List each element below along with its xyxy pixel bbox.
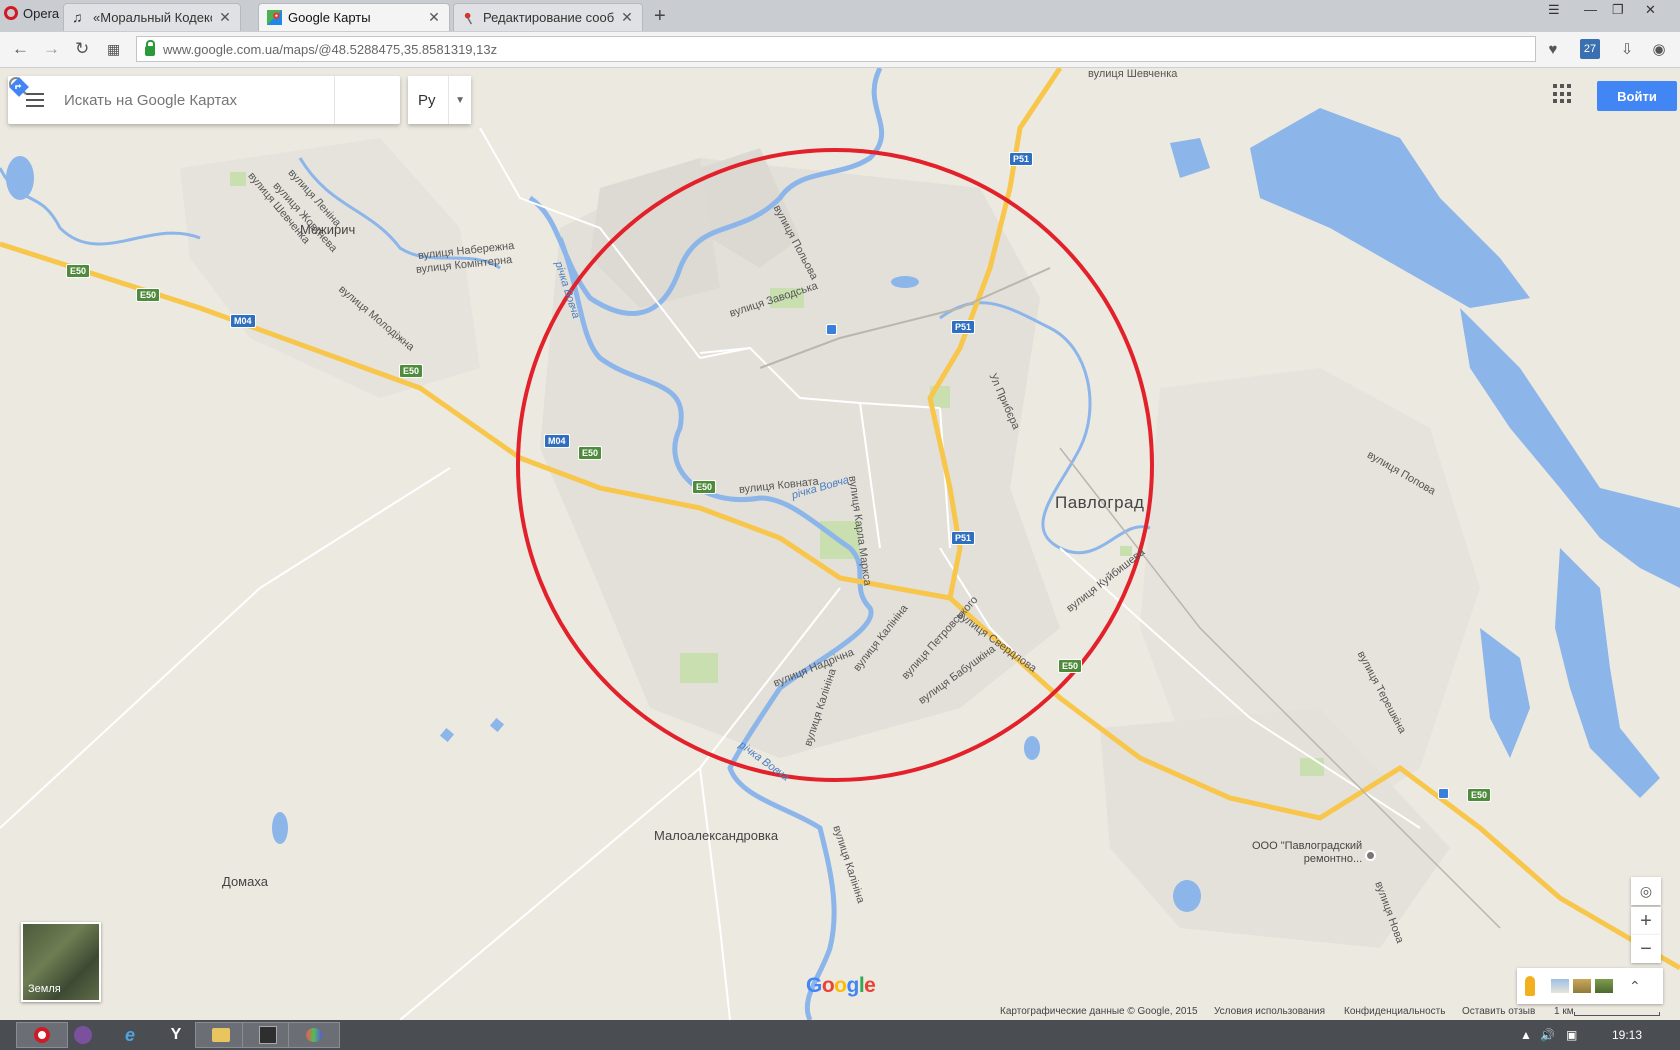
route-shield-m04: M04 bbox=[544, 434, 570, 448]
back-arrow-icon[interactable]: ← bbox=[12, 39, 29, 59]
satellite-thumbnail-icon[interactable] bbox=[1595, 979, 1613, 993]
language-selector[interactable]: Ру ▼ bbox=[408, 76, 471, 124]
tray-arrow-icon[interactable]: ▲ bbox=[1520, 1028, 1532, 1042]
route-shield-e50: E50 bbox=[66, 264, 91, 278]
taskbar-viber-icon[interactable] bbox=[57, 1022, 109, 1048]
taskbar-explorer-icon[interactable] bbox=[195, 1022, 247, 1048]
download-icon[interactable]: ⇩ bbox=[1617, 39, 1637, 59]
browser-toolbar: ← → ↻ ▦ www.google.com.ua/maps/@48.52884… bbox=[0, 32, 1680, 68]
route-shield-m04: M04 bbox=[230, 314, 256, 328]
feedback-link[interactable]: Оставить отзыв bbox=[1462, 1006, 1535, 1017]
map-layers-bar: ⌃ bbox=[1517, 968, 1663, 1004]
city-label-pavlohrad[interactable]: Павлоград bbox=[1055, 493, 1144, 513]
zoom-in-button[interactable]: + bbox=[1631, 907, 1661, 935]
extension-badge-icon[interactable]: 27 bbox=[1580, 39, 1600, 59]
pegman-street-view-icon[interactable] bbox=[1525, 976, 1535, 996]
heart-bookmark-icon[interactable]: ♥ bbox=[1543, 39, 1563, 59]
close-tab-icon[interactable]: ✕ bbox=[427, 9, 441, 26]
lock-icon bbox=[145, 40, 155, 56]
new-tab-button[interactable]: + bbox=[654, 5, 666, 28]
taskbar-game-icon[interactable] bbox=[242, 1022, 294, 1048]
tab-google-maps[interactable]: Google Карты ✕ bbox=[258, 3, 450, 31]
tab-title: Google Карты bbox=[288, 10, 371, 25]
route-shield-p51: P51 bbox=[1009, 152, 1034, 166]
earth-view-toggle[interactable]: Земля bbox=[21, 922, 101, 1002]
windows-taskbar: e Y ▲ 🔊 ▣ 19:13 bbox=[0, 1020, 1680, 1050]
train-station-icon[interactable] bbox=[826, 324, 837, 335]
map-data-attribution: Картографические данные © Google, 2015 bbox=[1000, 1006, 1198, 1017]
sign-in-button[interactable]: Войти bbox=[1597, 81, 1677, 111]
extension-badge-count: 27 bbox=[1583, 43, 1597, 55]
taskbar-ie-icon[interactable]: e bbox=[104, 1022, 156, 1048]
search-input[interactable] bbox=[62, 90, 296, 110]
tab-edit-message[interactable]: Редактирование сообще ✕ bbox=[453, 3, 643, 31]
google-logo: Google bbox=[806, 974, 876, 997]
url-text: www.google.com.ua/maps/@48.5288475,35.85… bbox=[163, 41, 498, 57]
zoom-out-button[interactable]: − bbox=[1631, 935, 1661, 963]
close-tab-icon[interactable]: ✕ bbox=[620, 9, 634, 26]
clock[interactable]: 19:13 bbox=[1612, 1028, 1642, 1042]
account-icon[interactable]: ◉ bbox=[1649, 39, 1669, 59]
tab-menu-icon[interactable]: ☰ bbox=[1548, 2, 1560, 18]
forward-arrow-icon[interactable]: → bbox=[43, 39, 60, 59]
search-icon[interactable] bbox=[9, 76, 334, 124]
poi-marker-icon[interactable] bbox=[1365, 850, 1376, 861]
opera-menu-label: Opera bbox=[23, 5, 60, 21]
route-shield-e50: E50 bbox=[578, 446, 603, 460]
close-window-icon[interactable]: ✕ bbox=[1645, 2, 1656, 18]
tab-title: «Моральный Кодекс» 19 bbox=[93, 10, 212, 25]
opera-logo-icon bbox=[4, 6, 18, 20]
earth-view-label: Земля bbox=[28, 983, 61, 995]
route-shield-e50: E50 bbox=[1058, 659, 1083, 673]
opera-menu-button[interactable]: Opera bbox=[0, 0, 66, 26]
attribution-bar: Картографические данные © Google, 2015 У… bbox=[0, 1004, 1680, 1020]
privacy-link[interactable]: Конфиденциальность bbox=[1344, 1006, 1445, 1017]
terms-link[interactable]: Условия использования bbox=[1214, 1006, 1325, 1017]
restore-icon[interactable]: ❐ bbox=[1612, 2, 1624, 18]
terrain-thumbnail-icon[interactable] bbox=[1573, 979, 1591, 993]
route-shield-e50: E50 bbox=[399, 364, 424, 378]
network-icon[interactable]: ▣ bbox=[1566, 1028, 1577, 1042]
my-location-icon[interactable]: ◎ bbox=[1631, 877, 1661, 905]
expand-up-icon[interactable]: ⌃ bbox=[1629, 978, 1641, 995]
reload-icon[interactable]: ↻ bbox=[75, 39, 89, 59]
imagery-thumbnail-icon[interactable] bbox=[1551, 979, 1569, 993]
tab-bar: Opera ♫ «Моральный Кодекс» 19 ✕ Google К… bbox=[0, 0, 1680, 32]
route-shield-e50: E50 bbox=[692, 480, 717, 494]
google-maps-favicon-icon bbox=[267, 10, 282, 25]
google-apps-grid-icon[interactable] bbox=[1553, 84, 1573, 104]
poi-label-line2: ремонтно... bbox=[1303, 853, 1363, 865]
town-label-domakha[interactable]: Домаха bbox=[222, 874, 268, 889]
search-box bbox=[8, 76, 400, 124]
language-value: Ру bbox=[418, 91, 436, 109]
train-station-icon[interactable] bbox=[1438, 788, 1449, 799]
tab-moral-code[interactable]: ♫ «Моральный Кодекс» 19 ✕ bbox=[63, 3, 241, 31]
volume-icon[interactable]: 🔊 bbox=[1540, 1028, 1555, 1042]
address-bar[interactable]: www.google.com.ua/maps/@48.5288475,35.85… bbox=[136, 36, 1536, 62]
pin-favicon-icon bbox=[464, 12, 472, 25]
chevron-down-icon[interactable]: ▼ bbox=[448, 76, 471, 124]
minimize-icon[interactable]: — bbox=[1584, 2, 1597, 17]
scale-label: 1 км bbox=[1554, 1006, 1574, 1017]
route-shield-p51: P51 bbox=[951, 320, 976, 334]
directions-icon[interactable] bbox=[9, 76, 385, 124]
scale-bar bbox=[1574, 1012, 1660, 1016]
poi-label-pavlohrad-repair[interactable]: ООО "Павлоградский ремонтно... bbox=[1252, 840, 1362, 866]
poi-label-line1: ООО "Павлоградский bbox=[1252, 840, 1363, 852]
town-label-maloaleksandrovka[interactable]: Малоалександровка bbox=[654, 828, 778, 843]
route-shield-p51: P51 bbox=[951, 531, 976, 545]
tab-title: Редактирование сообще bbox=[483, 10, 614, 25]
taskbar-paint-icon[interactable] bbox=[288, 1022, 340, 1048]
speed-dial-grid-icon[interactable]: ▦ bbox=[107, 41, 120, 58]
route-shield-e50: E50 bbox=[1467, 788, 1492, 802]
music-note-icon: ♫ bbox=[72, 9, 83, 25]
street-label: вулиця Шевченка bbox=[1088, 68, 1178, 80]
route-shield-e50: E50 bbox=[136, 288, 161, 302]
close-tab-icon[interactable]: ✕ bbox=[218, 9, 232, 26]
map-canvas[interactable]: E50 E50 M04 E50 M04 E50 E50 P51 P51 P51 … bbox=[0, 68, 1680, 1020]
